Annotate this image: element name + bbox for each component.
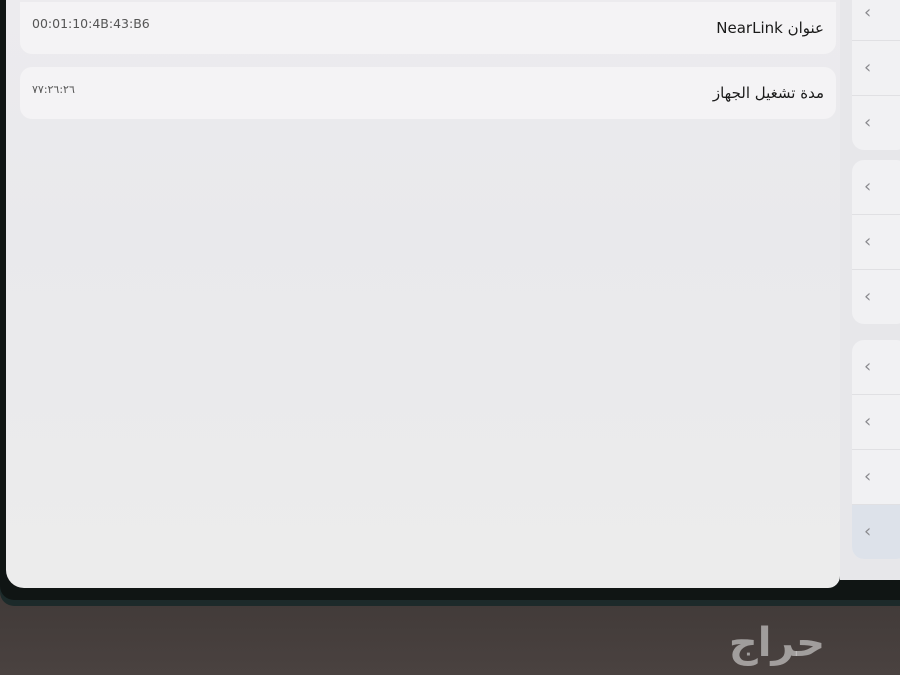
device-info-pane: عنوان NearLink 00:01:10:4B:43:B6 مدة تشغ… [6,0,840,588]
sidebar-group-1: ‹ ‹ ‹ [852,0,900,150]
device-uptime-value: ٧٧:٢٦:٢٦ [32,83,75,96]
sidebar-item[interactable]: ‹ [852,450,900,505]
chevron-left-icon: ‹ [864,57,872,78]
haraj-watermark: حراج [728,620,826,666]
nearlink-address-row: عنوان NearLink 00:01:10:4B:43:B6 [20,2,836,54]
device-uptime-row: مدة تشغيل الجهاز ٧٧:٢٦:٢٦ [20,67,836,119]
chevron-left-icon: ‹ [864,466,872,487]
sidebar-item[interactable]: ‹ [852,0,900,41]
sidebar-item[interactable]: ‹ [852,96,900,150]
chevron-left-icon: ‹ [864,2,872,23]
sidebar-item[interactable]: ‹ [852,270,900,324]
chevron-left-icon: ‹ [864,521,872,542]
nearlink-address-value: 00:01:10:4B:43:B6 [32,16,150,31]
device-screen: عنوان NearLink 00:01:10:4B:43:B6 مدة تشغ… [0,0,900,600]
device-uptime-label: مدة تشغيل الجهاز [712,84,824,102]
settings-sidebar: ‹ ‹ ‹ ‹ ‹ ‹ ‹ ‹ ‹ ‹ [840,0,900,580]
chevron-left-icon: ‹ [864,356,872,377]
sidebar-item[interactable]: ‹ [852,41,900,96]
sidebar-item[interactable]: ‹ [852,340,900,395]
tablet-bezel: عنوان NearLink 00:01:10:4B:43:B6 مدة تشغ… [0,0,900,606]
nearlink-address-label: عنوان NearLink [716,19,824,37]
sidebar-item[interactable]: ‹ [852,395,900,450]
chevron-left-icon: ‹ [864,411,872,432]
sidebar-item-active[interactable]: ‹ [852,505,900,559]
sidebar-group-3: ‹ ‹ ‹ ‹ [852,340,900,559]
chevron-left-icon: ‹ [864,176,872,197]
sidebar-group-2: ‹ ‹ ‹ [852,160,900,324]
chevron-left-icon: ‹ [864,286,872,307]
chevron-left-icon: ‹ [864,231,872,252]
sidebar-item[interactable]: ‹ [852,215,900,270]
chevron-left-icon: ‹ [864,112,872,133]
sidebar-item[interactable]: ‹ [852,160,900,215]
